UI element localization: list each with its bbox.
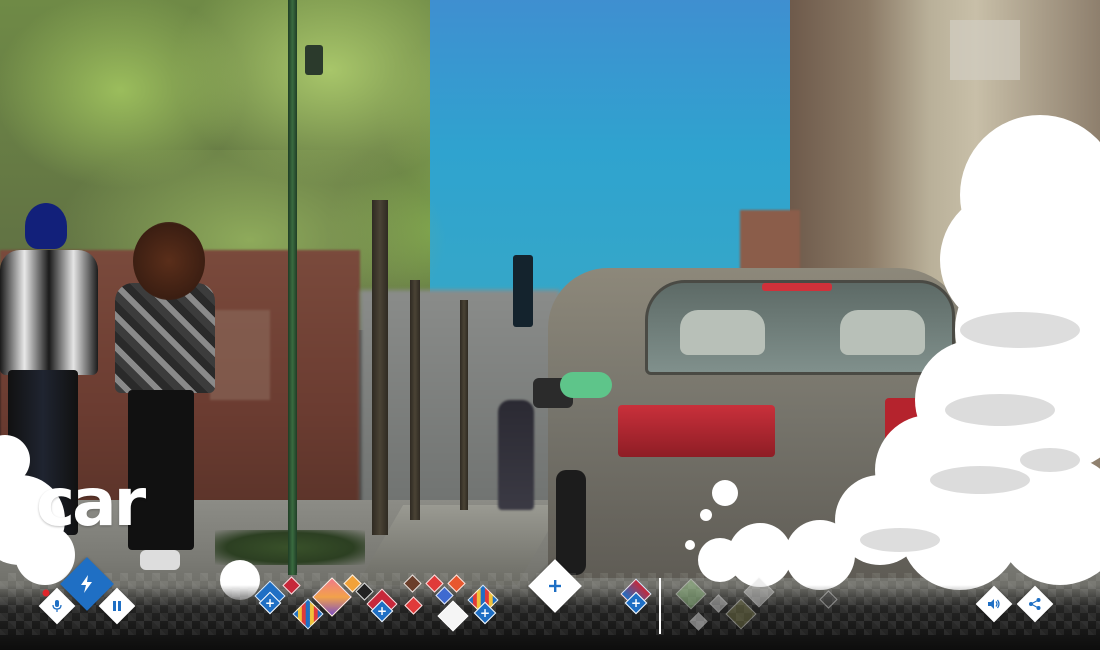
tree-trunk (460, 300, 468, 510)
car-wheel (556, 470, 586, 575)
car-brake-light (762, 283, 832, 291)
microphone-icon (50, 599, 64, 613)
pedestrian-distant (498, 400, 534, 510)
car-headrest (840, 310, 925, 355)
control-bar: + + + + (0, 557, 1100, 650)
pedestrian-jacket (0, 250, 98, 375)
playhead-divider (659, 578, 661, 634)
pole-fixture (305, 45, 323, 75)
plus-icon (548, 579, 562, 593)
lightning-bolt-icon (77, 574, 97, 594)
record-indicator-icon (42, 589, 50, 597)
brand-wordmark: car (36, 464, 146, 541)
car-headrest (680, 310, 765, 355)
speaker-volume-icon (987, 597, 1001, 611)
pedestrian-beanie (25, 203, 67, 249)
car-tail-light (885, 398, 925, 446)
green-glove (560, 372, 612, 398)
video-frame (0, 0, 1100, 650)
share-icon (1028, 597, 1042, 611)
car-tail-light (618, 405, 775, 457)
video-player[interactable]: car + + + + (0, 0, 1100, 650)
pause-icon (111, 600, 123, 612)
traffic-light (513, 255, 533, 327)
street-pole (288, 0, 297, 575)
tree-trunk (372, 200, 388, 535)
pedestrian-hair (133, 222, 205, 300)
tree-trunk (410, 280, 420, 520)
